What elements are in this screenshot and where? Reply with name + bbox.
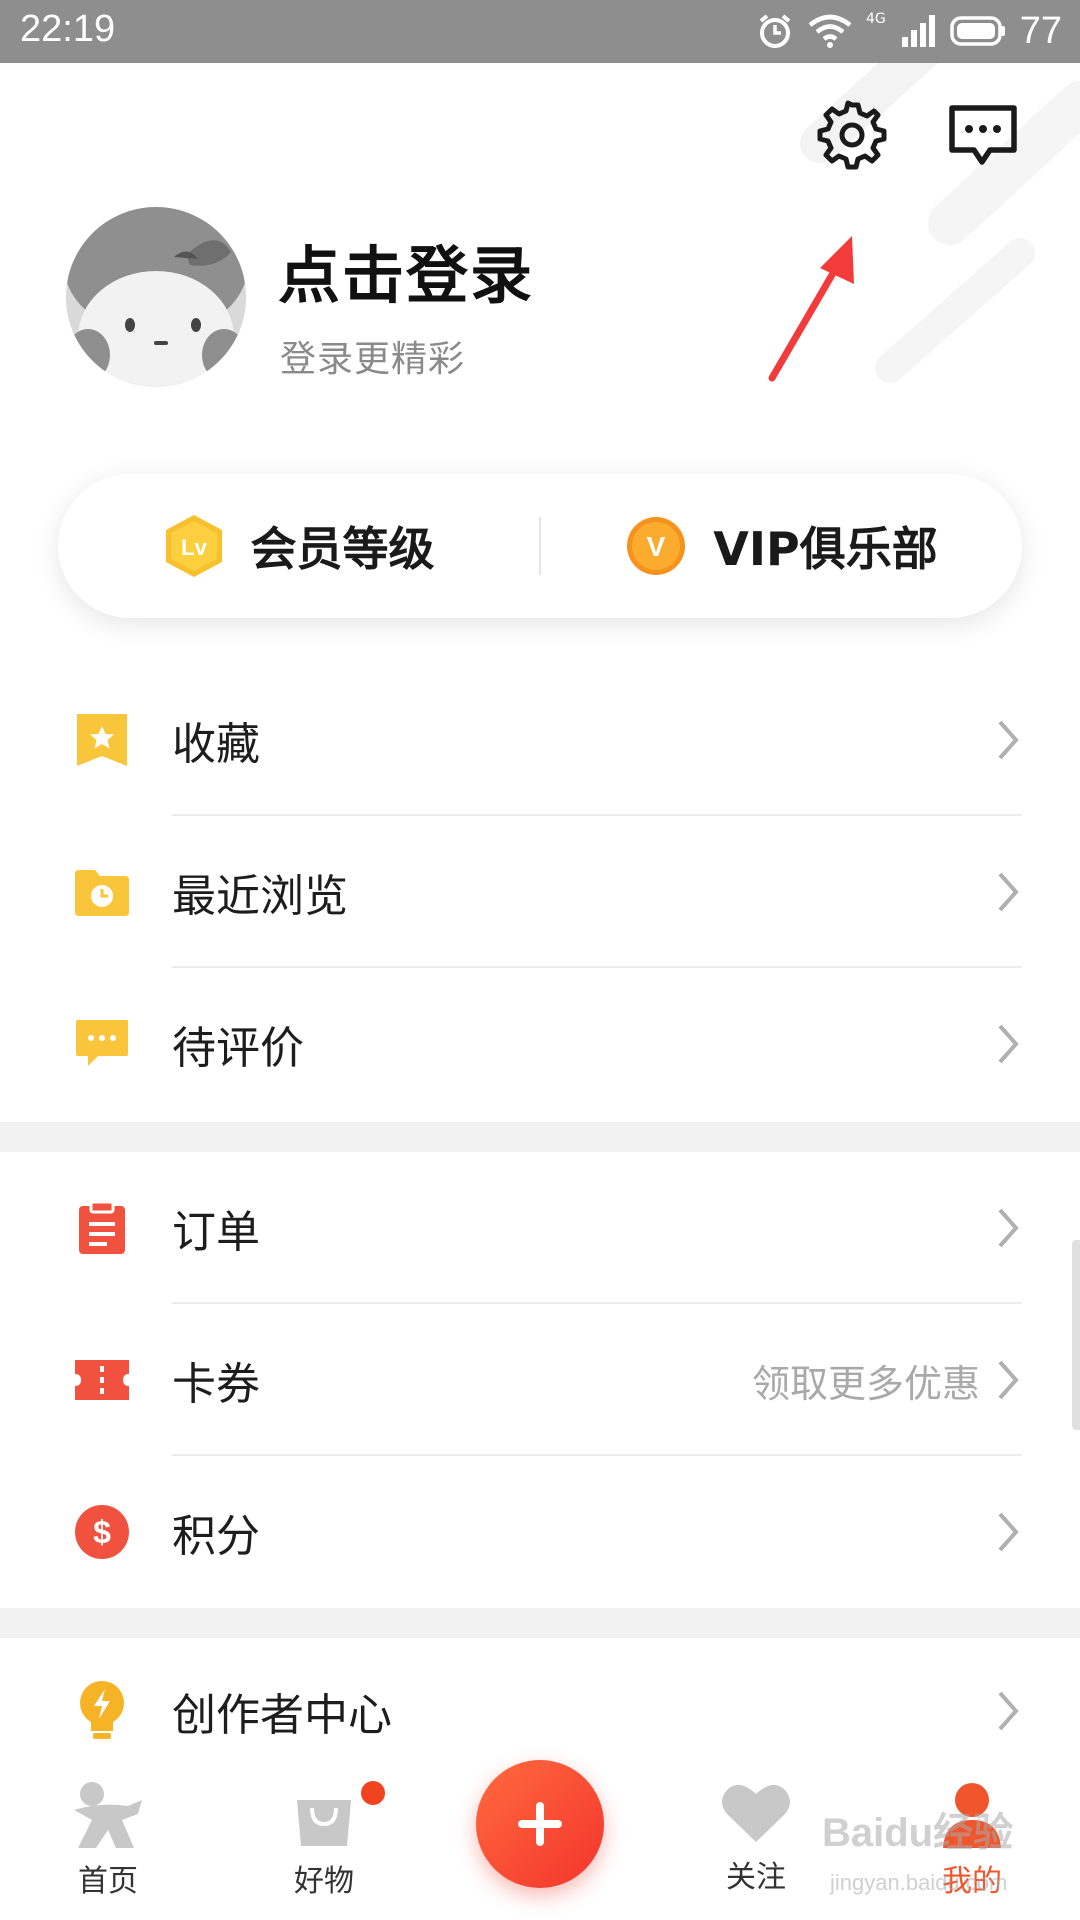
nav-goods-label: 好物 — [294, 1864, 354, 1899]
alarm-icon — [759, 14, 791, 48]
scroll-indicator — [1072, 1240, 1080, 1430]
nav-follow-label: 关注 — [726, 1860, 786, 1895]
creator-center-label: 创作者中心 — [172, 1690, 392, 1741]
chevron-right-icon — [998, 1512, 1019, 1552]
avatar[interactable] — [66, 207, 246, 387]
lightbulb-icon — [72, 1681, 132, 1741]
battery-level: 77 — [1019, 9, 1062, 52]
settings-button[interactable] — [812, 95, 892, 175]
status-time: 22:19 — [20, 8, 116, 50]
list-group-activity: 收藏 最近浏览 待评价 — [0, 664, 1080, 1120]
watermark-url: jingyan.baidu.com — [830, 1870, 1008, 1895]
coupons-row[interactable]: 卡券 领取更多优惠 — [0, 1304, 1080, 1456]
chevron-right-icon — [998, 872, 1019, 912]
points-row[interactable]: $ 积分 — [0, 1456, 1080, 1608]
goods-notification-dot — [361, 1781, 385, 1805]
orders-label: 订单 — [172, 1207, 260, 1258]
nav-home[interactable]: 首页 — [38, 1780, 178, 1900]
member-level-button[interactable]: Lv 会员等级 — [58, 474, 539, 618]
pending-review-label: 待评价 — [172, 1023, 304, 1074]
home-person-icon — [74, 1782, 142, 1848]
chevron-right-icon — [998, 720, 1019, 760]
vip-club-button[interactable]: V VIP俱乐部 — [541, 474, 1022, 618]
clipboard-icon — [72, 1198, 132, 1258]
vip-badge-icon: V — [627, 517, 686, 575]
heart-icon — [722, 1784, 790, 1842]
clock-folder-icon — [72, 862, 132, 922]
chevron-right-icon — [998, 1360, 1019, 1400]
coin-icon: $ — [72, 1502, 132, 1562]
gear-icon — [817, 100, 887, 170]
pending-review-row[interactable]: 待评价 — [0, 968, 1080, 1120]
plus-icon — [518, 1802, 562, 1846]
status-icons: 4G 77 — [756, 8, 1062, 54]
level-badge-text: Lv — [181, 535, 207, 560]
login-subtitle: 登录更精彩 — [280, 339, 466, 380]
member-card: Lv 会员等级 V VIP俱乐部 — [58, 474, 1022, 618]
vip-club-label: VIP俱乐部 — [713, 522, 938, 576]
network-type: 4G — [865, 11, 886, 27]
chevron-right-icon — [998, 1024, 1019, 1064]
member-level-label: 会员等级 — [250, 522, 435, 576]
favorites-label: 收藏 — [172, 719, 260, 770]
watermark: Baidu经验 — [822, 1811, 1014, 1855]
chat-bubble-icon — [72, 1014, 132, 1074]
nav-follow[interactable]: 关注 — [686, 1780, 826, 1896]
coupons-hint: 领取更多优惠 — [751, 1361, 980, 1406]
shopping-bag-icon — [297, 1800, 351, 1846]
annotation-arrow — [768, 236, 854, 382]
status-bar: 22:19 4G 77 — [0, 0, 1080, 63]
chevron-right-icon — [998, 1691, 1019, 1731]
vip-badge-text: V — [647, 531, 666, 562]
default-avatar-icon — [66, 207, 246, 387]
star-bookmark-icon — [72, 710, 132, 770]
chevron-right-icon — [998, 1208, 1019, 1248]
create-post-button[interactable] — [476, 1760, 604, 1888]
list-group-orders: 订单 卡券 领取更多优惠 $ 积分 — [0, 1152, 1080, 1608]
battery-icon — [949, 16, 1005, 46]
section-gap — [0, 1122, 1080, 1152]
recent-views-row[interactable]: 最近浏览 — [0, 816, 1080, 968]
login-title[interactable]: 点击登录 — [278, 225, 534, 315]
orders-row[interactable]: 订单 — [0, 1152, 1080, 1304]
svg-text:$: $ — [93, 1514, 111, 1550]
wifi-icon — [808, 14, 852, 48]
nav-home-label: 首页 — [78, 1864, 138, 1899]
level-badge-icon: Lv — [165, 515, 222, 577]
ticket-icon — [72, 1350, 132, 1410]
points-label: 积分 — [172, 1511, 260, 1562]
favorites-row[interactable]: 收藏 — [0, 664, 1080, 816]
chat-bubble-icon — [949, 105, 1017, 165]
message-button[interactable] — [943, 95, 1023, 175]
recent-views-label: 最近浏览 — [172, 871, 348, 922]
signal-icon — [901, 15, 935, 47]
coupons-label: 卡券 — [172, 1359, 260, 1410]
section-gap — [0, 1608, 1080, 1638]
